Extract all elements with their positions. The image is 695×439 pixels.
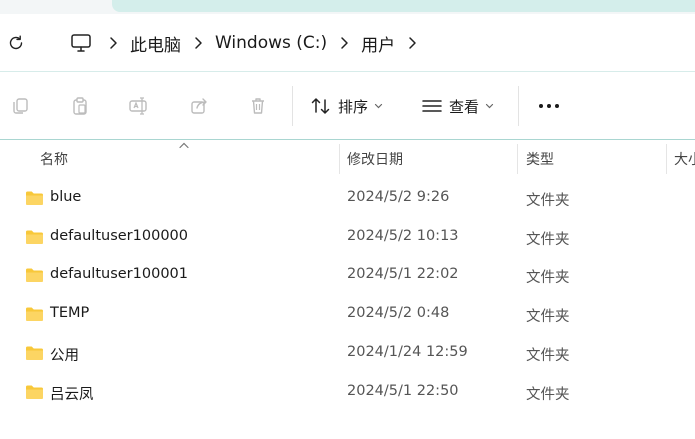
sort-icon <box>311 98 330 114</box>
chevron-right-icon <box>195 37 202 49</box>
toolbar-divider <box>292 86 293 126</box>
title-strip <box>0 0 695 14</box>
folder-icon <box>26 268 43 282</box>
view-label: 查看 <box>449 97 480 116</box>
refresh-button[interactable] <box>4 31 28 55</box>
chevron-down-icon <box>485 103 494 109</box>
delete-button[interactable] <box>245 93 271 119</box>
column-header-row: 名称 修改日期 类型 大小 <box>0 140 695 176</box>
file-modified: 2024/5/1 22:50 <box>347 383 459 399</box>
file-modified: 2024/1/24 12:59 <box>347 344 468 360</box>
address-bar-row: 此电脑 Windows (C:) 用户 <box>0 14 695 72</box>
column-resize-handle[interactable] <box>517 144 518 174</box>
copy-button[interactable] <box>7 93 33 119</box>
chevron-down-icon <box>374 103 383 109</box>
chevron-right-icon <box>409 37 416 49</box>
file-name: 公用 <box>50 348 79 364</box>
breadcrumb-chevron-button[interactable] <box>327 29 361 57</box>
file-modified: 2024/5/2 0:48 <box>347 305 450 321</box>
column-resize-handle[interactable] <box>339 144 340 174</box>
file-name: 吕云凤 <box>50 387 94 403</box>
chevron-right-icon <box>110 37 117 49</box>
file-type: 文件夹 <box>526 348 570 364</box>
more-options-button[interactable] <box>532 94 566 118</box>
file-type: 文件夹 <box>526 232 570 248</box>
more-dot <box>539 104 543 108</box>
folder-icon <box>26 307 43 321</box>
breadcrumb-chevron-button[interactable] <box>181 29 215 57</box>
file-modified: 2024/5/2 10:13 <box>347 228 459 244</box>
file-row[interactable]: 吕云凤 2024/5/1 22:50 文件夹 <box>0 373 695 412</box>
paste-icon <box>73 97 87 115</box>
folder-icon <box>26 346 43 360</box>
file-row[interactable]: defaultuser100001 2024/5/1 22:02 文件夹 <box>0 256 695 295</box>
more-dot <box>555 104 559 108</box>
toolbar-divider <box>518 86 519 126</box>
breadcrumb-users[interactable]: 用户 <box>361 31 395 56</box>
file-name: TEMP <box>50 305 90 321</box>
view-menu-button[interactable]: 查看 <box>421 92 494 120</box>
column-header-type[interactable]: 类型 <box>526 149 554 169</box>
file-row[interactable]: defaultuser100000 2024/5/2 10:13 文件夹 <box>0 218 695 257</box>
folder-icon <box>26 191 43 205</box>
refresh-icon <box>9 35 23 50</box>
command-bar: 排序 查看 <box>0 72 695 140</box>
share-button[interactable] <box>186 93 212 119</box>
trash-icon <box>252 98 264 114</box>
monitor-icon <box>71 34 91 52</box>
column-header-modified[interactable]: 修改日期 <box>347 149 403 169</box>
more-dot <box>547 104 551 108</box>
column-header-size[interactable]: 大小 <box>674 149 695 169</box>
breadcrumb-chevron-button[interactable] <box>96 29 130 57</box>
folder-icon <box>26 230 43 244</box>
file-name: blue <box>50 189 82 205</box>
chevron-right-icon <box>341 37 348 49</box>
rename-button[interactable] <box>126 93 152 119</box>
share-icon <box>191 98 207 114</box>
file-type: 文件夹 <box>526 387 570 403</box>
file-modified: 2024/5/1 22:02 <box>347 266 459 282</box>
file-name: defaultuser100001 <box>50 266 188 282</box>
column-header-name[interactable]: 名称 <box>40 149 68 169</box>
column-resize-handle[interactable] <box>666 144 667 174</box>
file-modified: 2024/5/2 9:26 <box>347 189 450 205</box>
breadcrumb-drive-c[interactable]: Windows (C:) <box>215 33 327 53</box>
sort-label: 排序 <box>338 97 369 116</box>
file-type: 文件夹 <box>526 270 570 286</box>
breadcrumb-this-pc[interactable]: 此电脑 <box>130 31 181 56</box>
file-type: 文件夹 <box>526 309 570 325</box>
file-row[interactable]: 公用 2024/1/24 12:59 文件夹 <box>0 334 695 373</box>
sort-menu-button[interactable]: 排序 <box>310 92 383 120</box>
this-pc-button[interactable] <box>66 29 96 57</box>
file-type: 文件夹 <box>526 193 570 209</box>
breadcrumb: 此电脑 Windows (C:) 用户 <box>66 29 429 57</box>
sort-ascending-icon <box>179 142 189 149</box>
file-row[interactable]: blue 2024/5/2 9:26 文件夹 <box>0 179 695 218</box>
file-row[interactable]: TEMP 2024/5/2 0:48 文件夹 <box>0 295 695 334</box>
paste-button[interactable] <box>67 93 93 119</box>
folder-icon <box>26 385 43 399</box>
file-name: defaultuser100000 <box>50 228 188 244</box>
rename-icon <box>129 97 147 115</box>
active-tab-edge[interactable] <box>112 0 695 12</box>
view-list-icon <box>422 100 442 112</box>
breadcrumb-chevron-button[interactable] <box>395 29 429 57</box>
copy-icon <box>13 98 28 114</box>
